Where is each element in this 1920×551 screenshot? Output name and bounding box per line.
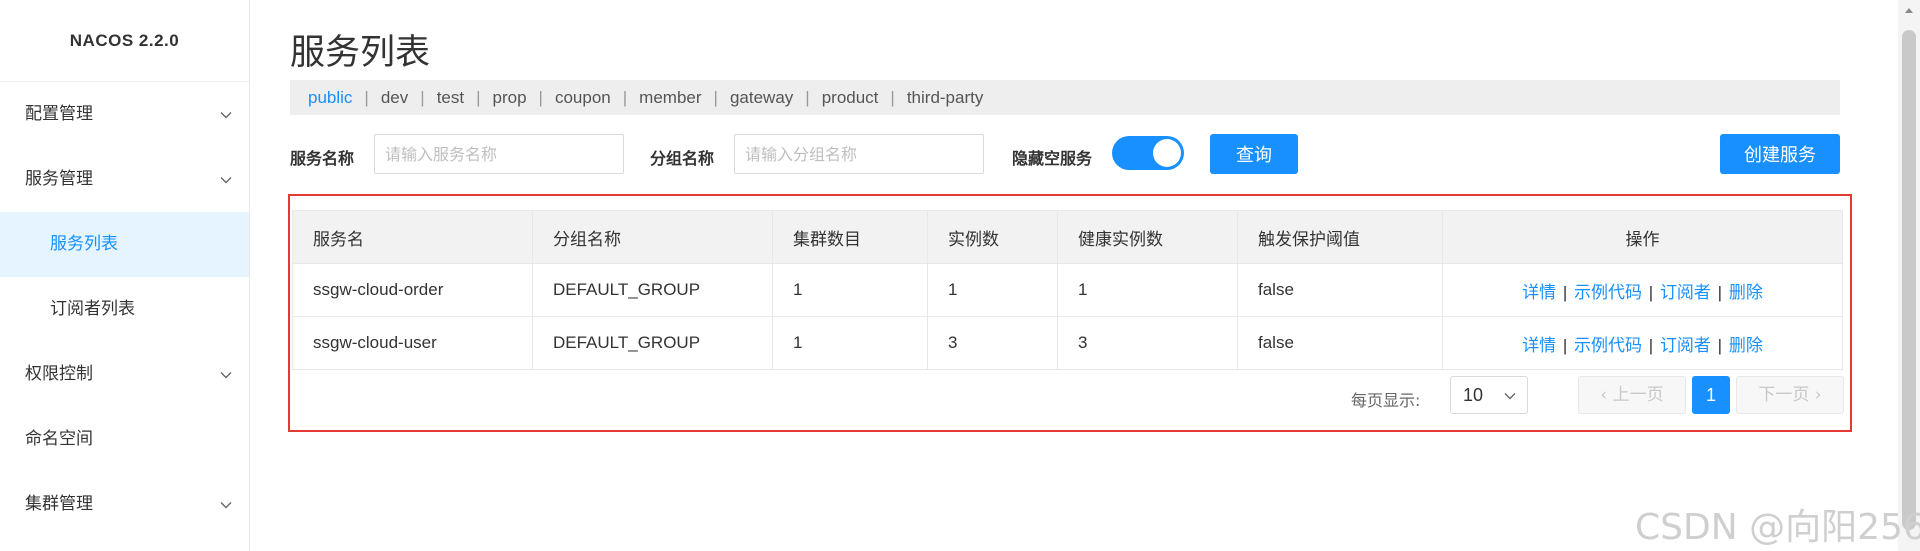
chevron-down-icon [220,112,232,119]
hide-empty-services-label: 隐藏空服务 [1012,149,1093,168]
page-size-label: 每页显示: [1351,391,1421,410]
namespace-tab-gateway[interactable]: gateway [718,88,805,108]
service-table-highlight: 服务名 分组名称 集群数目 实例数 健康实例数 触发保护阈值 操作 ssgw-c… [288,194,1852,432]
cell-group-name: DEFAULT_GROUP [532,263,773,317]
column-header-cluster-count: 集群数目 [772,210,928,264]
main-content: 服务列表 public | dev | test | prop | coupon… [288,0,1852,551]
chevron-down-icon [220,177,232,184]
sidebar-item-label: 订阅者列表 [50,299,135,319]
cell-protect-threshold: false [1237,263,1443,317]
sidebar-item-label: 服务管理 [25,169,93,189]
action-separator: | [1562,335,1568,355]
action-separator: | [1648,335,1654,355]
page-size-select[interactable]: 10 [1450,376,1528,414]
chevron-left-icon: ‹ [1600,385,1613,405]
sidebar-item-service-list[interactable]: 服务列表 [0,212,249,277]
namespace-tab-product[interactable]: product [810,88,891,108]
toggle-knob [1153,139,1181,167]
namespace-tab-dev[interactable]: dev [369,88,420,108]
chevron-down-icon [220,372,232,379]
namespace-tab-member[interactable]: member [627,88,713,108]
column-header-operations: 操作 [1442,210,1843,264]
sidebar: NACOS 2.2.0 配置管理 服务管理 服务列表 订阅者列表 权限控制 命名… [0,0,250,551]
next-page-label: 下一页 [1758,385,1810,405]
column-header-service-name: 服务名 [292,210,533,264]
namespace-bar: public | dev | test | prop | coupon | me… [290,80,1840,115]
page-size-value: 10 [1463,385,1484,405]
sidebar-item-service-management[interactable]: 服务管理 [0,147,249,212]
delete-link[interactable]: 删除 [1729,336,1763,356]
column-header-instance-count: 实例数 [927,210,1058,264]
sidebar-item-label: 集群管理 [25,494,93,514]
column-header-group-name: 分组名称 [532,210,773,264]
sidebar-item-subscriber-list[interactable]: 订阅者列表 [0,277,249,342]
sidebar-item-namespace[interactable]: 命名空间 [0,407,249,472]
create-service-button[interactable]: 创建服务 [1720,134,1840,174]
namespace-tab-third-party[interactable]: third-party [895,88,996,108]
sidebar-item-label: 命名空间 [25,429,93,449]
page-title: 服务列表 [290,33,431,73]
sidebar-item-config-management[interactable]: 配置管理 [0,82,249,147]
action-separator: | [1717,335,1723,355]
sample-code-link[interactable]: 示例代码 [1574,336,1642,356]
cell-healthy-count: 3 [1057,316,1238,370]
service-name-input[interactable] [374,134,624,174]
delete-link[interactable]: 删除 [1729,283,1763,303]
table-row: ssgw-cloud-order DEFAULT_GROUP 1 1 1 fal… [292,263,1843,317]
group-name-input[interactable] [734,134,984,174]
cell-cluster-count: 1 [772,263,928,317]
column-header-protect-threshold: 触发保护阈值 [1237,210,1443,264]
detail-link[interactable]: 详情 [1522,283,1556,303]
sidebar-item-cluster-management[interactable]: 集群管理 [0,472,249,537]
sample-code-link[interactable]: 示例代码 [1574,283,1642,303]
subscribers-link[interactable]: 订阅者 [1660,336,1711,356]
cell-service-name: ssgw-cloud-order [292,263,533,317]
sidebar-item-label: 配置管理 [25,104,93,124]
cell-service-name: ssgw-cloud-user [292,316,533,370]
cell-cluster-count: 1 [772,316,928,370]
query-button[interactable]: 查询 [1210,134,1298,174]
cell-operations: 详情 | 示例代码 | 订阅者 | 删除 [1442,316,1843,370]
namespace-tab-public[interactable]: public [290,88,364,108]
vertical-scrollbar[interactable] [1898,0,1920,551]
chevron-down-icon [220,502,232,509]
prev-page-button[interactable]: ‹ 上一页 [1578,376,1686,414]
sidebar-item-access-control[interactable]: 权限控制 [0,342,249,407]
namespace-tab-test[interactable]: test [425,88,476,108]
chevron-down-icon [1504,393,1516,400]
prev-page-label: 上一页 [1612,385,1664,405]
detail-link[interactable]: 详情 [1522,336,1556,356]
next-page-button[interactable]: 下一页 › [1736,376,1844,414]
service-name-label: 服务名称 [290,149,355,168]
namespace-tab-prop[interactable]: prop [481,88,539,108]
cell-protect-threshold: false [1237,316,1443,370]
table-header-row: 服务名 分组名称 集群数目 实例数 健康实例数 触发保护阈值 操作 [292,210,1843,264]
group-name-label: 分组名称 [650,149,715,168]
service-table: 服务名 分组名称 集群数目 实例数 健康实例数 触发保护阈值 操作 ssgw-c… [292,210,1843,370]
chevron-right-icon: › [1809,385,1822,405]
scroll-up-arrow-icon[interactable] [1902,4,1916,16]
hide-empty-services-toggle[interactable] [1112,136,1184,170]
table-row: ssgw-cloud-user DEFAULT_GROUP 1 3 3 fals… [292,316,1843,370]
sidebar-item-label: 权限控制 [25,364,93,384]
subscribers-link[interactable]: 订阅者 [1660,283,1711,303]
page-number-button[interactable]: 1 [1692,376,1730,414]
action-separator: | [1562,282,1568,302]
cell-instance-count: 3 [927,316,1058,370]
scrollbar-thumb[interactable] [1902,30,1916,530]
cell-group-name: DEFAULT_GROUP [532,316,773,370]
cell-operations: 详情 | 示例代码 | 订阅者 | 删除 [1442,263,1843,317]
brand-logo: NACOS 2.2.0 [0,0,249,82]
watermark: CSDN @向阳256 [1635,507,1920,548]
action-separator: | [1648,282,1654,302]
sidebar-item-label: 服务列表 [50,234,118,254]
cell-instance-count: 1 [927,263,1058,317]
action-separator: | [1717,282,1723,302]
filter-bar: 服务名称 分组名称 隐藏空服务 查询 创建服务 [290,134,1840,176]
column-header-healthy-count: 健康实例数 [1057,210,1238,264]
namespace-tab-coupon[interactable]: coupon [543,88,623,108]
cell-healthy-count: 1 [1057,263,1238,317]
